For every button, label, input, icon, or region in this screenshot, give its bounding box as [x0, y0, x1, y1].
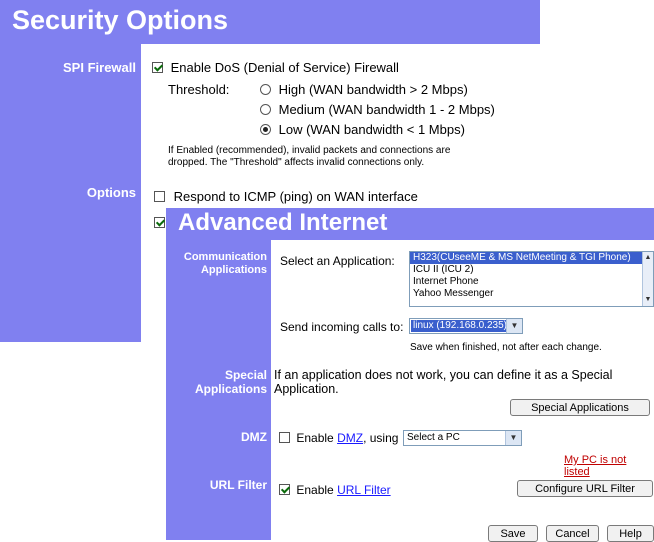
save-note: Save when finished, not after each chang… [410, 342, 602, 353]
dmz-row: Enable DMZ, using [279, 431, 398, 445]
threshold-high-label: High (WAN bandwidth > 2 Mbps) [278, 82, 468, 97]
firewall-note-line1: If Enabled (recommended), invalid packet… [168, 145, 451, 156]
chevron-down-icon[interactable]: ▼ [505, 431, 521, 445]
advanced-internet-panel: Advanced Internet Communication Applicat… [166, 208, 654, 542]
special-text-line1: If an application does not work, you can… [274, 368, 613, 382]
option-checkbox-2[interactable] [154, 217, 165, 228]
send-calls-value: linux (192.168.0.235) [411, 320, 509, 332]
special-applications-button[interactable]: Special Applications [510, 399, 650, 416]
dmz-label: DMZ [241, 430, 267, 444]
firewall-note-line2: dropped. The "Threshold" affects invalid… [168, 157, 425, 168]
advanced-title: Advanced Internet [178, 209, 388, 236]
app-option-internet-phone[interactable]: Internet Phone [410, 276, 653, 288]
special-applications-label: Special Applications [166, 368, 267, 396]
chevron-down-icon[interactable]: ▼ [506, 319, 522, 333]
dmz-enable-text: Enable [296, 431, 334, 445]
threshold-high-option[interactable]: High (WAN bandwidth > 2 Mbps) [260, 82, 468, 97]
listbox-scrollbar[interactable]: ▲ ▼ [642, 252, 653, 306]
dos-checkbox[interactable] [152, 62, 163, 73]
dos-label: Enable DoS (Denial of Service) Firewall [170, 60, 399, 75]
threshold-label: Threshold: [168, 82, 230, 97]
threshold-low-radio[interactable] [260, 124, 271, 135]
help-button[interactable]: Help [607, 525, 654, 542]
dos-firewall-row[interactable]: Enable DoS (Denial of Service) Firewall [152, 60, 399, 75]
url-filter-row: Enable URL Filter [279, 483, 391, 497]
save-button[interactable]: Save [488, 525, 538, 542]
send-calls-label: Send incoming calls to: [280, 320, 404, 334]
application-listbox[interactable]: H323(CUseeME & MS NetMeeting & TGI Phone… [409, 251, 654, 307]
spi-firewall-label: SPI Firewall [63, 60, 136, 75]
security-options-panel: Security Options SPI Firewall Enable DoS… [0, 0, 654, 342]
threshold-high-radio[interactable] [260, 84, 271, 95]
icmp-checkbox[interactable] [154, 191, 165, 202]
url-filter-link[interactable]: URL Filter [337, 483, 391, 497]
icmp-row[interactable]: Respond to ICMP (ping) on WAN interface [154, 189, 418, 204]
url-filter-checkbox[interactable] [279, 484, 290, 495]
threshold-medium-option[interactable]: Medium (WAN bandwidth 1 - 2 Mbps) [260, 102, 495, 117]
url-enable-text: Enable [296, 483, 334, 497]
app-option-h323[interactable]: H323(CUseeME & MS NetMeeting & TGI Phone… [410, 252, 643, 264]
options-label: Options [86, 185, 136, 200]
select-application-label: Select an Application: [280, 254, 395, 268]
dmz-checkbox[interactable] [279, 432, 290, 443]
cancel-button[interactable]: Cancel [546, 525, 599, 542]
configure-url-filter-button[interactable]: Configure URL Filter [517, 480, 653, 497]
special-text-line2: Application. [274, 382, 339, 396]
security-title-bar: Security Options [0, 0, 540, 44]
special-label-line1: Special [224, 368, 267, 382]
scroll-up-icon[interactable]: ▲ [643, 252, 653, 264]
my-pc-not-listed-link[interactable]: My PC is not listed [564, 454, 654, 478]
comm-label-line2: Applications [200, 264, 267, 276]
threshold-medium-radio[interactable] [260, 104, 271, 115]
send-calls-select[interactable]: linux (192.168.0.235) ▼ [409, 318, 523, 334]
dmz-select-value: Select a PC [407, 432, 460, 443]
dmz-link[interactable]: DMZ [337, 431, 363, 445]
special-label-line2: Applications [194, 382, 267, 396]
comm-label-line1: Communication [183, 251, 267, 263]
threshold-low-option[interactable]: Low (WAN bandwidth < 1 Mbps) [260, 122, 465, 137]
dmz-pc-select[interactable]: Select a PC ▼ [403, 430, 522, 446]
firewall-note: If Enabled (recommended), invalid packet… [168, 145, 450, 169]
dmz-using-text: , using [363, 431, 399, 445]
scroll-down-icon[interactable]: ▼ [643, 294, 653, 306]
app-option-icu[interactable]: ICU II (ICU 2) [410, 264, 653, 276]
app-option-yahoo[interactable]: Yahoo Messenger [410, 288, 653, 300]
threshold-medium-label: Medium (WAN bandwidth 1 - 2 Mbps) [278, 102, 495, 117]
page-title: Security Options [12, 5, 229, 35]
advanced-title-bar: Advanced Internet [166, 208, 654, 240]
icmp-label: Respond to ICMP (ping) on WAN interface [173, 189, 418, 204]
url-filter-label: URL Filter [209, 478, 267, 492]
threshold-low-label: Low (WAN bandwidth < 1 Mbps) [278, 122, 465, 137]
communication-applications-label: Communication Applications [166, 251, 267, 277]
special-applications-text: If an application does not work, you can… [274, 368, 612, 396]
